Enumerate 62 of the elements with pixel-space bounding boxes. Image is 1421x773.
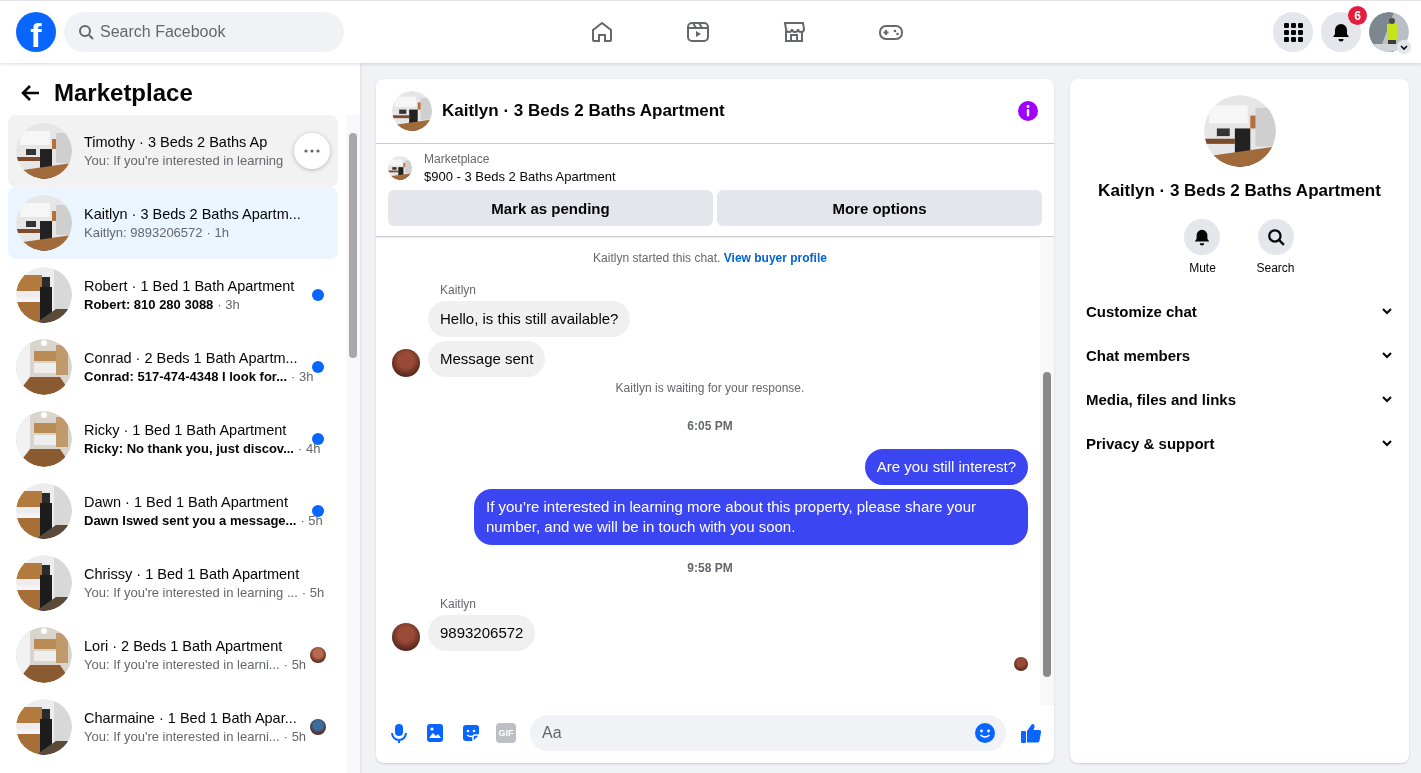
conversation-item[interactable]: Kaitlyn · 3 Beds 2 Baths Apartm... Kaitlyn: 9893206572 · 1h <box>8 187 338 259</box>
accordion-item[interactable]: Privacy & support <box>1070 421 1409 465</box>
action-button[interactable]: More options <box>717 190 1042 226</box>
conversation-title: Dawn · 1 Bed 1 Bath Apartment <box>84 494 288 510</box>
message-time: · 3h <box>291 369 314 384</box>
action-button[interactable]: Mark as pending <box>388 190 713 226</box>
conversation-title: Charmaine · 1 Bed 1 Bath Apar... <box>84 710 297 726</box>
message-time: · 1h <box>206 225 229 240</box>
conversation-item[interactable]: Dawn · 1 Bed 1 Bath Apartment Dawn Iswed sent you a message... · 5h <box>8 475 338 547</box>
message-time: · 5h <box>300 513 323 528</box>
message-time: · 5h <box>283 729 307 744</box>
facebook-logo[interactable]: f <box>16 12 56 52</box>
listing-source: Marketplace <box>424 152 491 166</box>
notification-badge: 6 <box>1348 6 1367 25</box>
message-preview: Conrad: 517-474-4348 I look for... <box>84 369 288 384</box>
system-message: Kaitlyn is waiting for your response. <box>614 381 806 395</box>
message-bubble: Message sent <box>428 341 546 377</box>
conversation-title: Ricky · 1 Bed 1 Bath Apartment <box>84 422 287 438</box>
conversation-item[interactable]: Timothy · 3 Beds 2 Baths Ap You: If you're interested in learning <box>8 115 338 187</box>
message-preview: Robert: 810 280 3088 <box>84 297 214 312</box>
message-bubble: 9893206572 <box>428 615 536 651</box>
message-preview: You: If you're interested in learning ... <box>84 585 298 600</box>
message-preview: Dawn Iswed sent you a message... <box>84 513 297 528</box>
listing-title[interactable]: $900 - 3 Beds 2 Baths Apartment <box>424 169 616 184</box>
message-bubble: Hello, is this still available? <box>428 301 631 337</box>
view-profile-link[interactable]: View buyer profile <box>723 251 827 265</box>
conversation-title: Kaitlyn · 3 Beds 2 Baths Apartment <box>1098 181 1381 201</box>
timestamp: 9:58 PM <box>686 561 734 575</box>
conversation-item[interactable]: Ricky · 1 Bed 1 Bath Apartment Ricky: No thank you, just discov... · 4h <box>8 403 338 475</box>
conversation-title: Lori · 2 Beds 1 Bath Apartment <box>84 638 283 654</box>
conversation-item[interactable]: Robert · 1 Bed 1 Bath Apartment Robert: 810 280 3088 · 3h <box>8 259 338 331</box>
conversation-item[interactable]: Charmaine · 1 Bed 1 Bath Apar... You: If you're interested in learni... · 5h <box>8 691 338 763</box>
chat-title: Kaitlyn · 3 Beds 2 Baths Apartment <box>442 101 726 121</box>
sender-name: Kaitlyn <box>440 283 478 297</box>
message-preview: Ricky: No thank you, just discov... <box>84 441 294 456</box>
message-bubble: Are you still interest? <box>864 449 1028 485</box>
accordion-item[interactable]: Media, files and links <box>1070 377 1409 421</box>
message-time: · 3h <box>217 297 240 312</box>
message-preview: Kaitlyn: 9893206572 <box>84 225 203 240</box>
message-bubble: If you’re interested in learning more about this property, please share your number, and we will be in touch with you soon. <box>474 489 1028 545</box>
conversation-title: Chrissy · 1 Bed 1 Bath Apartment <box>84 566 300 582</box>
conversation-title: Kaitlyn · 3 Beds 2 Baths Apartm... <box>84 206 301 222</box>
conversation-item[interactable]: Conrad · 2 Beds 1 Bath Apartm... Conrad: 517-474-4348 I look for... · 3h <box>8 331 338 403</box>
message-preview: You: If you're interested in learning <box>84 153 284 168</box>
message-preview: You: If you're interested in learni... <box>84 657 280 672</box>
message-time: · 4h <box>297 441 321 456</box>
message-input[interactable]: Aa <box>530 715 1006 751</box>
conversation-item[interactable]: Chrissy · 1 Bed 1 Bath Apartment You: If you're interested in learning ... · 5h <box>8 547 338 619</box>
accordion-item[interactable]: Chat members <box>1070 333 1409 377</box>
message-preview: You: If you're interested in learni... <box>84 729 280 744</box>
conversation-title: Robert · 1 Bed 1 Bath Apartment <box>84 278 295 294</box>
sender-name: Kaitlyn <box>440 597 478 611</box>
conversation-title: Conrad · 2 Beds 1 Bath Apartm... <box>84 350 298 366</box>
message-time: · 5h <box>283 657 307 672</box>
conversation-title: Timothy · 3 Beds 2 Baths Ap <box>84 134 268 150</box>
search-field[interactable]: Search Facebook <box>64 12 344 52</box>
timestamp: 6:05 PM <box>686 419 734 433</box>
accordion-item[interactable]: Customize chat <box>1070 289 1409 333</box>
conversation-item[interactable]: Lori · 2 Beds 1 Bath Apartment You: If you're interested in learni... · 5h <box>8 619 338 691</box>
message-time: · 5h <box>301 585 325 600</box>
system-message: Kaitlyn started this chat. View buyer profile <box>592 251 828 265</box>
page-title: Marketplace <box>54 79 193 107</box>
